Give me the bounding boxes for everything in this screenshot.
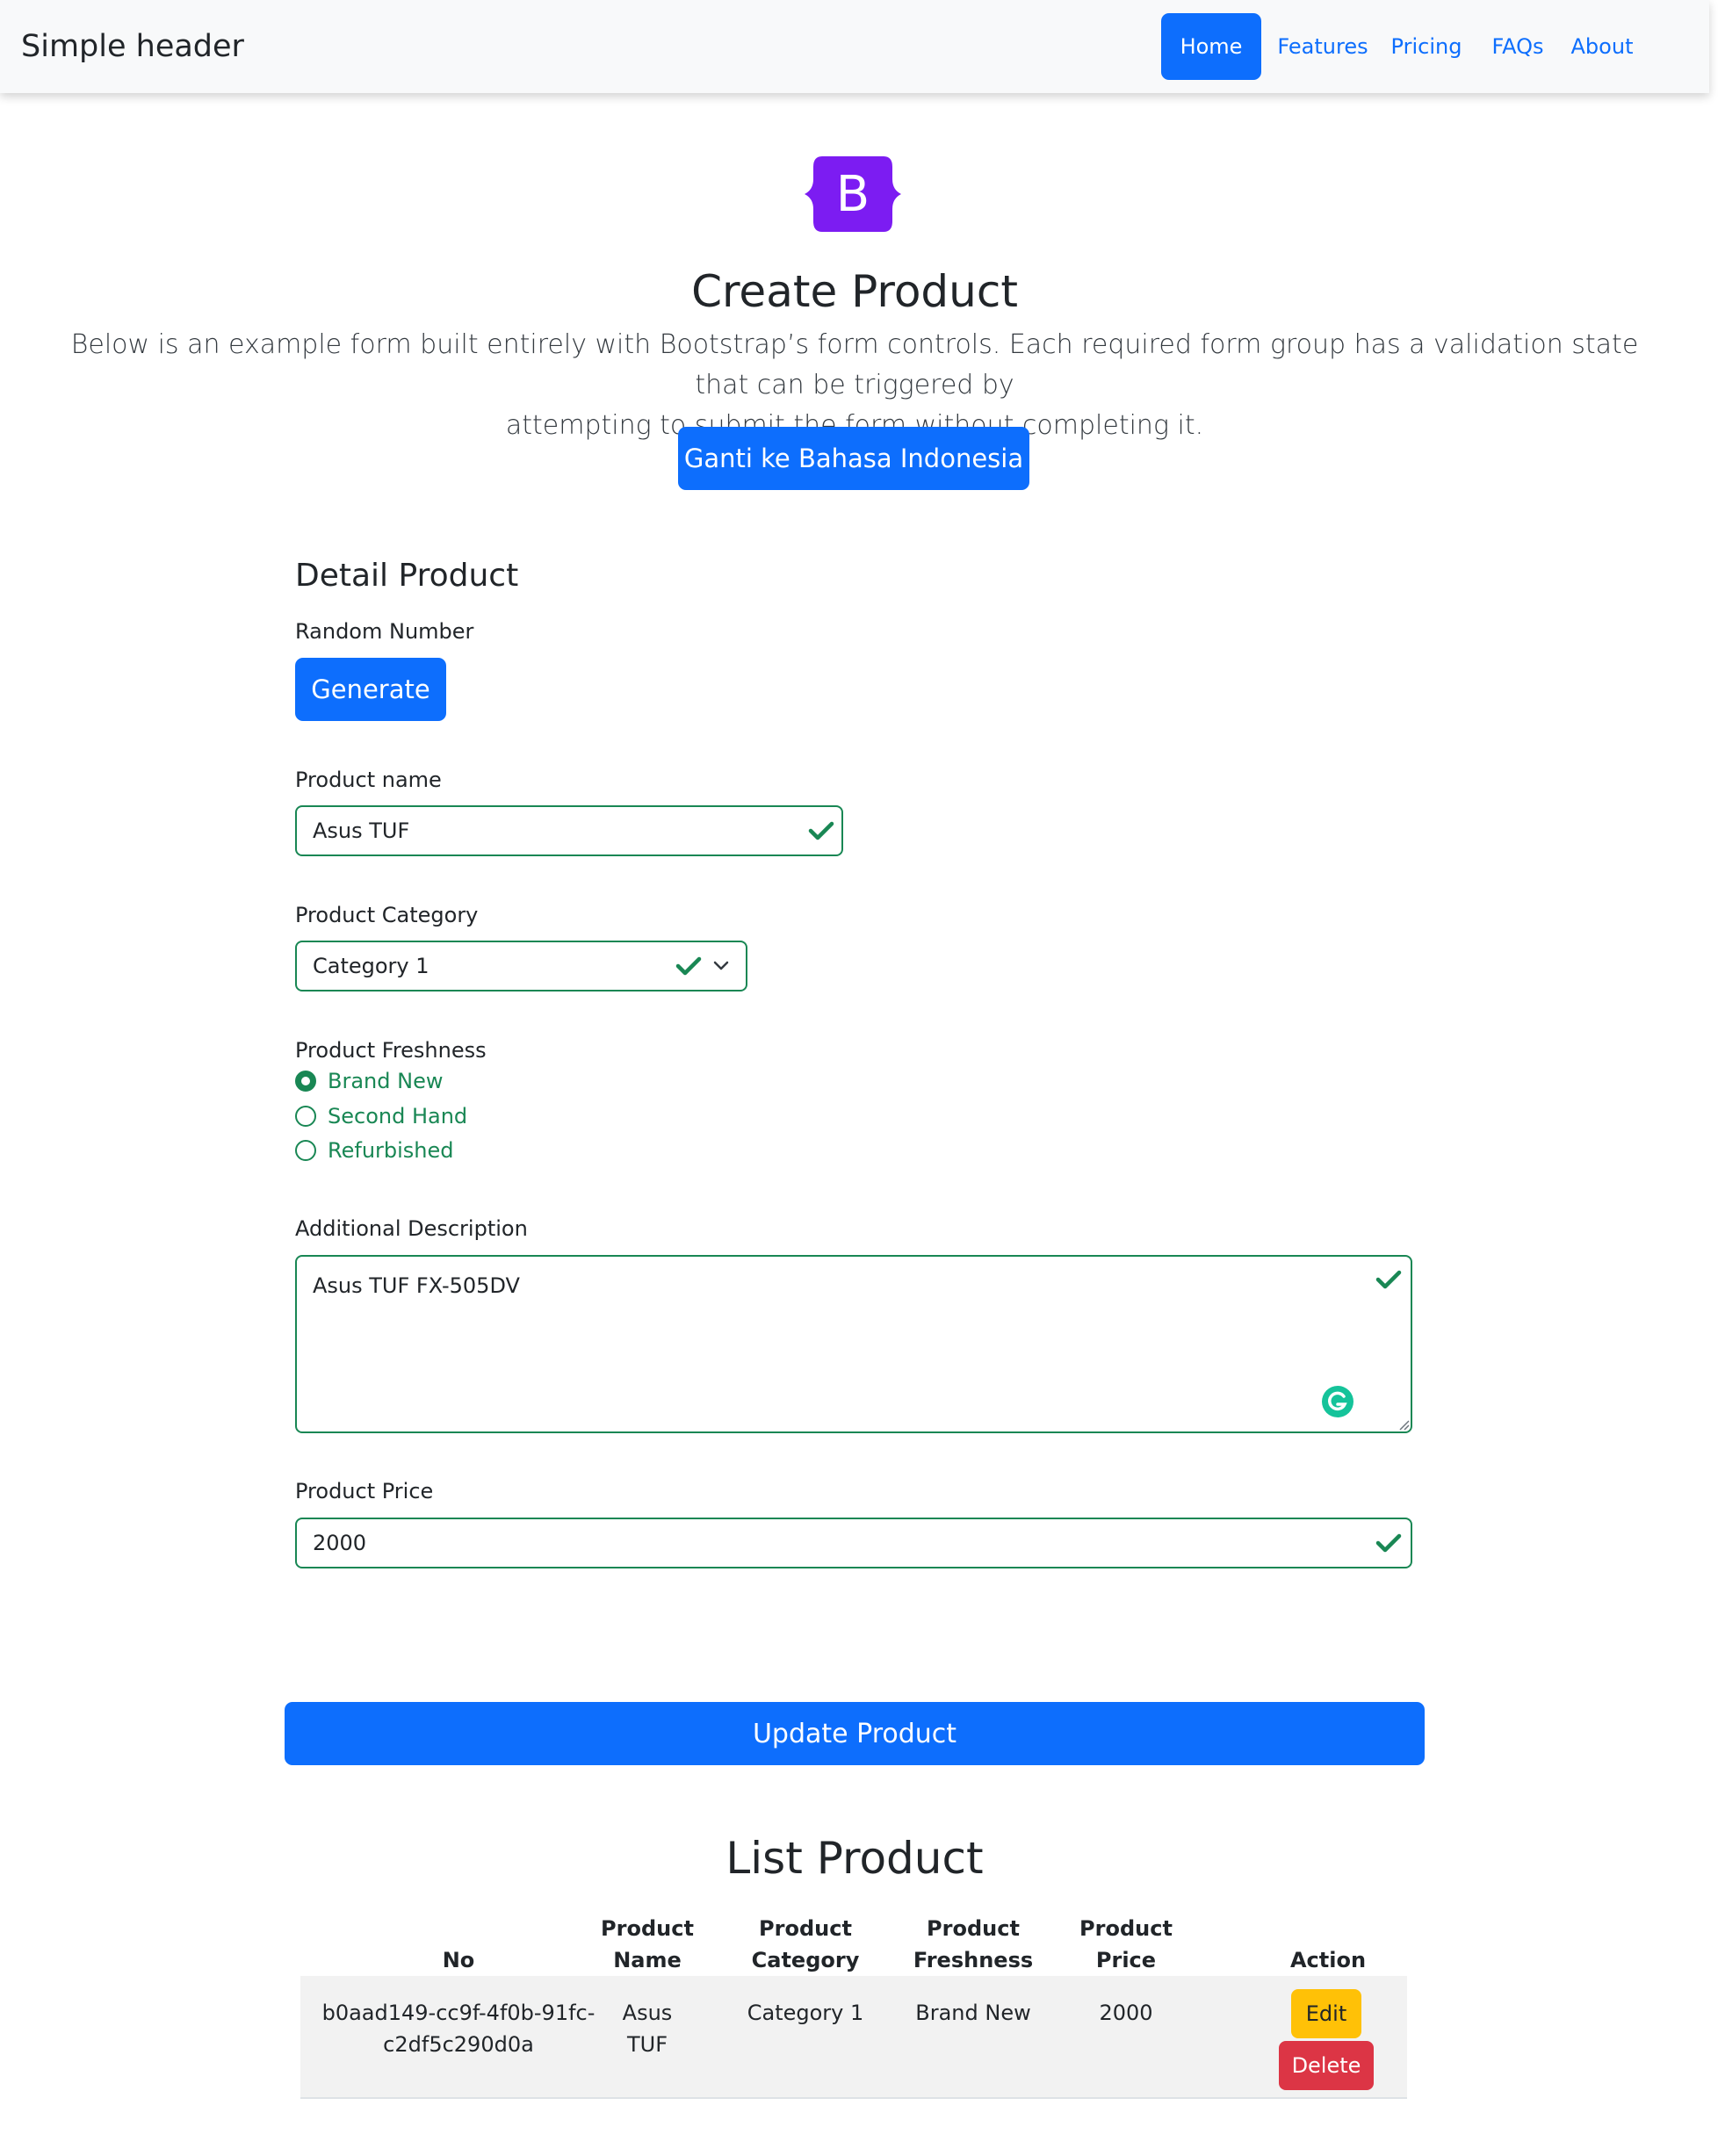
page-title: Create Product	[691, 266, 1018, 317]
column-header-freshness: Product Freshness	[913, 1916, 1034, 1972]
column-header-action: Action	[1289, 1948, 1367, 1972]
product-table: No Product Name Product Category Product Fr…	[300, 1895, 1407, 2099]
top-navbar: Simple header Home Features Pricing FAQs…	[0, 0, 1709, 93]
radio-label: Second Hand	[328, 1104, 468, 1128]
radio-button[interactable]	[295, 1140, 316, 1161]
edit-button[interactable]: Edit	[1291, 1989, 1361, 2038]
table-row: b0aad149-cc9f-4f0b-91fc- c2df5c290d0a As…	[300, 1976, 1407, 2099]
product-price-value: 2000	[313, 1531, 367, 1555]
column-header-no: No	[442, 1948, 475, 1972]
column-header-name: Product Name	[601, 1916, 694, 1972]
nav-home[interactable]: Home	[1161, 13, 1261, 80]
language-toggle-button[interactable]: Ganti ke Bahasa Indonesia	[678, 427, 1029, 490]
valid-check-icon	[808, 821, 834, 840]
grammarly-icon[interactable]	[1321, 1385, 1354, 1418]
column-header-category: Product Category	[751, 1916, 860, 1972]
section-title-detail: Detail Product	[295, 558, 519, 594]
product-category-value: Category 1	[313, 954, 430, 978]
update-product-button[interactable]: Update Product	[285, 1702, 1425, 1765]
nav-about[interactable]: About	[1565, 13, 1639, 80]
bootstrap-logo-icon: B	[805, 156, 901, 232]
product-category-select[interactable]: Category 1	[295, 941, 747, 991]
description-value: Asus TUF FX-505DV	[313, 1273, 520, 1298]
radio-button[interactable]	[295, 1071, 316, 1092]
product-freshness-label: Product Freshness	[295, 1038, 487, 1063]
logo-letter: B	[836, 166, 870, 223]
product-name-label: Product name	[295, 768, 442, 792]
valid-check-icon	[675, 956, 702, 976]
product-category-label: Product Category	[295, 903, 479, 927]
cell-name: Asus TUF	[622, 2001, 673, 2057]
product-name-input[interactable]: Asus TUF	[295, 805, 843, 856]
cell-no: b0aad149-cc9f-4f0b-91fc- c2df5c290d0a	[321, 2001, 596, 2057]
radio-label: Brand New	[328, 1069, 444, 1093]
radio-button[interactable]	[295, 1106, 316, 1127]
chevron-down-icon	[713, 961, 729, 970]
nav-pricing[interactable]: Pricing	[1384, 13, 1469, 80]
nav-features[interactable]: Features	[1274, 13, 1372, 80]
valid-check-icon	[1375, 1270, 1402, 1289]
description-textarea[interactable]: Asus TUF FX-505DV	[295, 1255, 1412, 1433]
cell-freshness: Brand New	[915, 2001, 1031, 2025]
lead-line-1: Below is an example form built entirely …	[70, 329, 1639, 400]
page: Simple header Home Features Pricing FAQs…	[0, 0, 1718, 2156]
radio-label: Refurbished	[328, 1138, 454, 1163]
resize-handle-icon[interactable]	[1397, 1417, 1411, 1431]
brand-title[interactable]: Simple header	[21, 25, 244, 69]
column-header-price: Product Price	[1079, 1916, 1173, 1972]
nav-faqs[interactable]: FAQs	[1483, 13, 1553, 80]
cell-category: Category 1	[747, 2001, 864, 2025]
random-number-label: Random Number	[295, 619, 474, 644]
generate-button[interactable]: Generate	[295, 658, 446, 721]
list-title: List Product	[725, 1833, 984, 1884]
cell-price: 2000	[1099, 2001, 1153, 2025]
delete-button[interactable]: Delete	[1279, 2041, 1374, 2090]
description-label: Additional Description	[295, 1216, 528, 1241]
product-price-input[interactable]: 2000	[295, 1518, 1412, 1568]
product-name-value: Asus TUF	[313, 818, 410, 843]
valid-check-icon	[1375, 1533, 1402, 1553]
product-price-label: Product Price	[295, 1479, 434, 1503]
